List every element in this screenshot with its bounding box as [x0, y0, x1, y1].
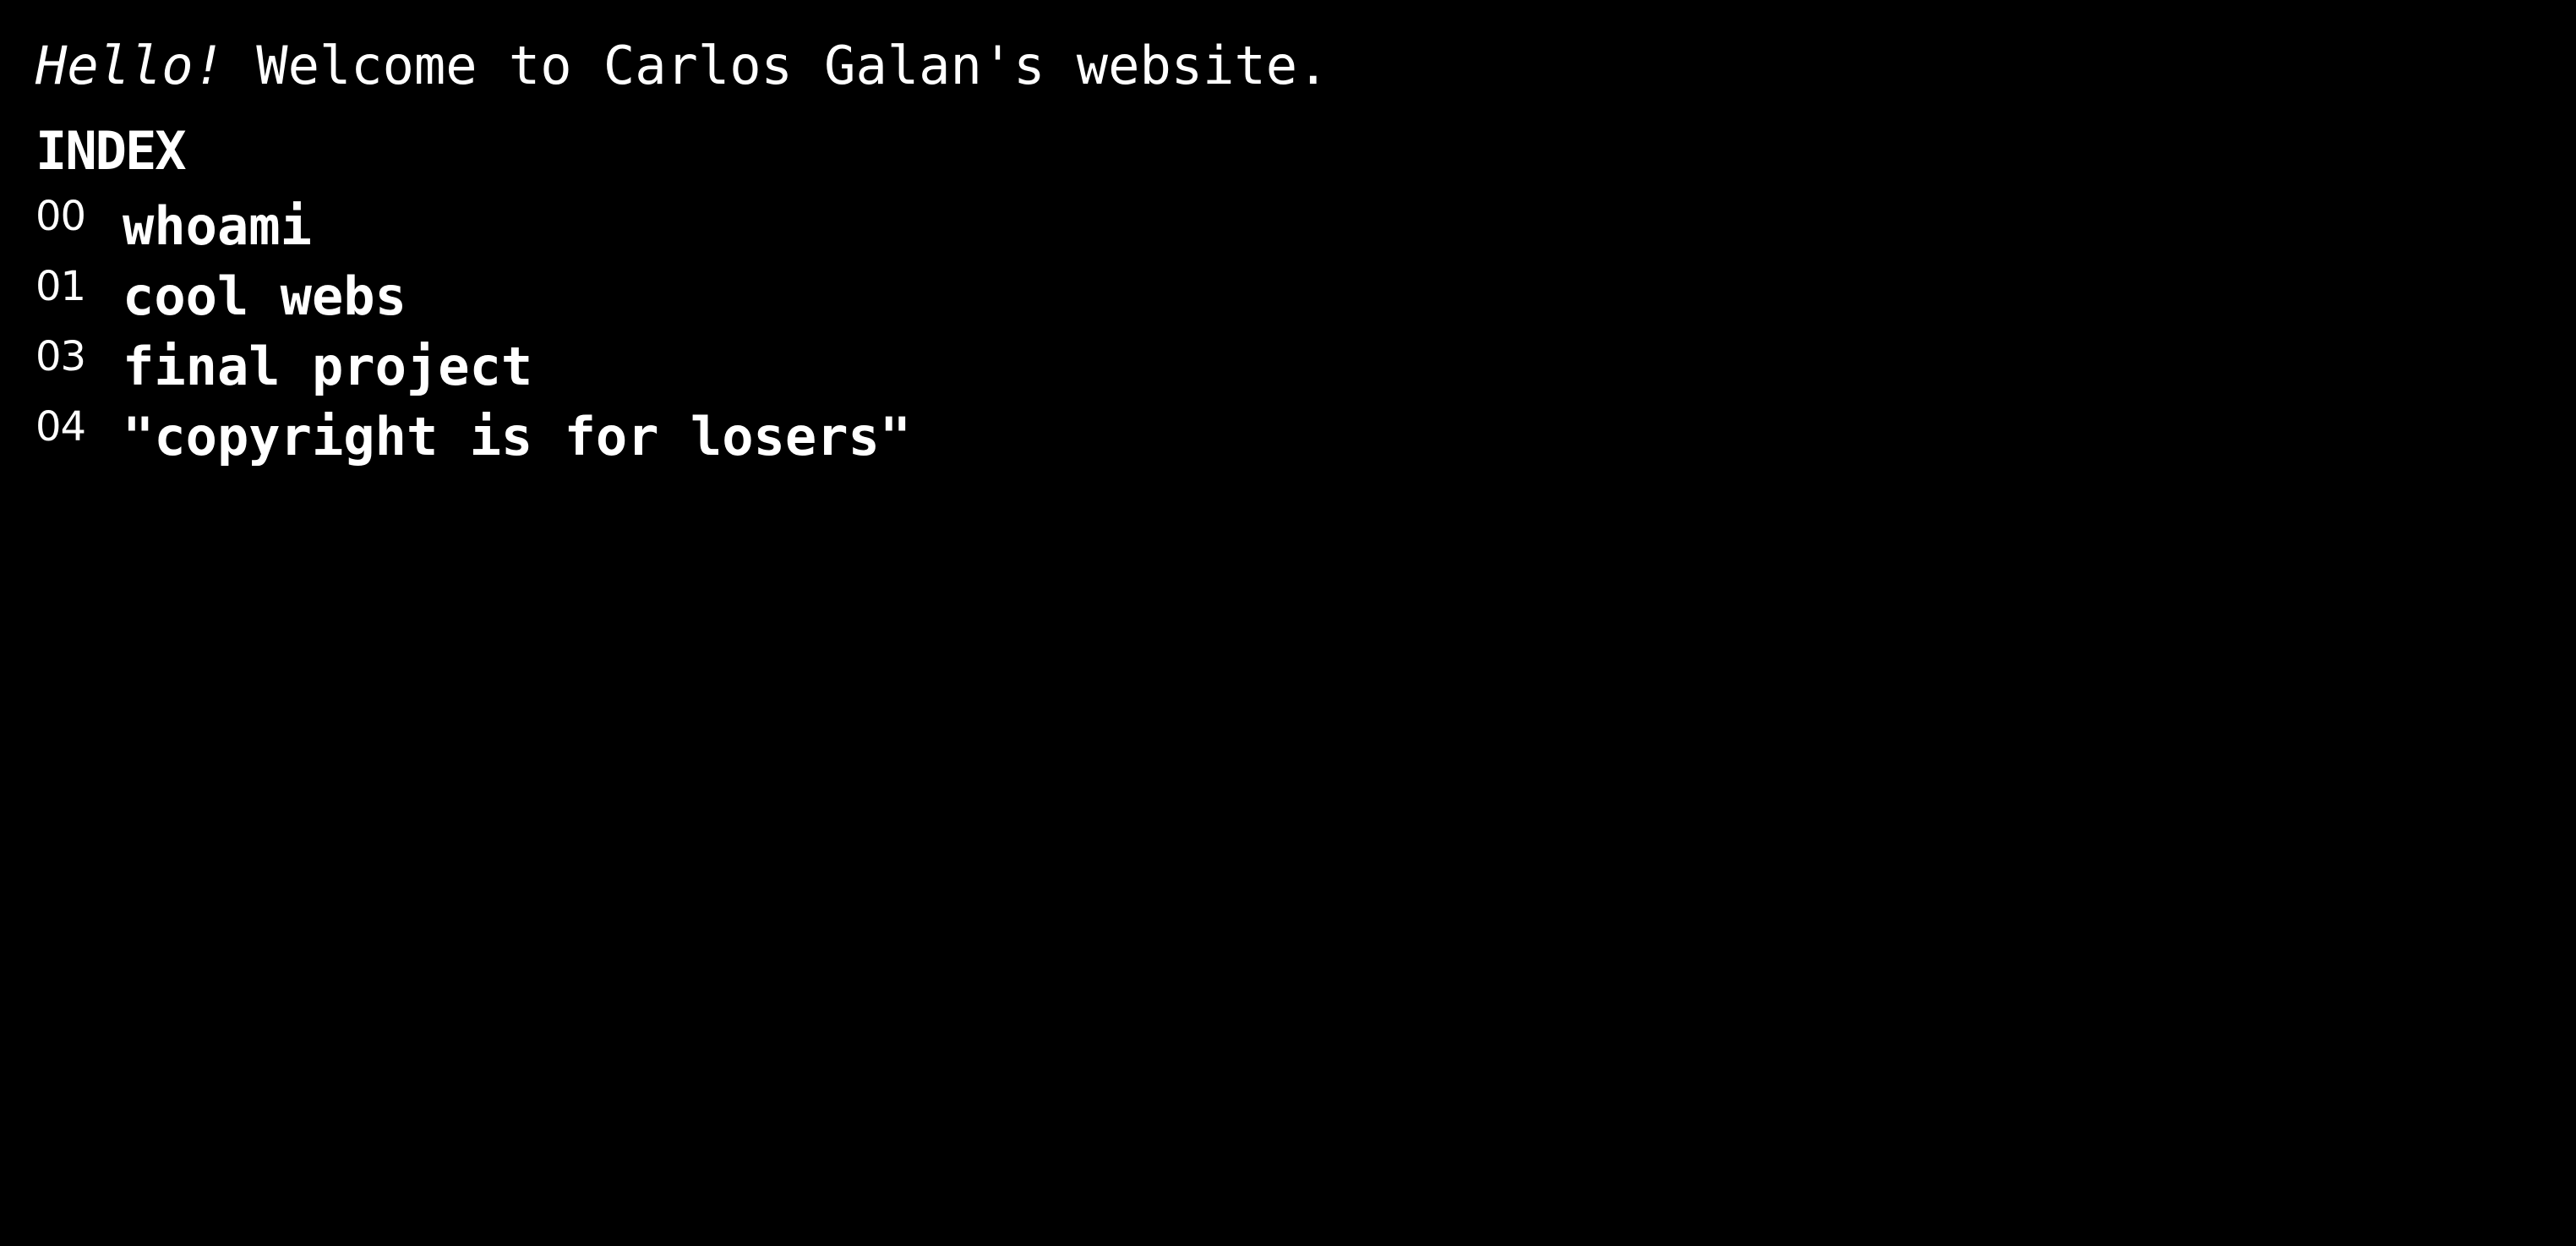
- index-item-copyright: 04 "copyright is for losers": [35, 403, 2576, 475]
- link-whoami[interactable]: whoami: [123, 194, 312, 259]
- link-copyright-is-for-losers[interactable]: "copyright is for losers": [123, 405, 911, 469]
- index-number: 03: [35, 333, 86, 380]
- index-heading: INDEX: [35, 120, 187, 182]
- index-item-final-project: 03 final project: [35, 333, 2576, 405]
- index-item-cool-webs: 01 cool webs: [35, 263, 2576, 335]
- greeting-message: Welcome to Carlos Galan's website.: [256, 35, 1329, 96]
- index-number: 01: [35, 263, 86, 310]
- greeting-hello: Hello!: [35, 35, 225, 96]
- index-list: 00 whoami 01 cool webs 03 final project …: [35, 193, 2576, 475]
- greeting-line: Hello! Welcome to Carlos Galan's website…: [35, 25, 2576, 107]
- index-item-whoami: 00 whoami: [35, 193, 2576, 265]
- link-cool-webs[interactable]: cool webs: [123, 265, 407, 329]
- index-number: 00: [35, 193, 86, 240]
- link-final-project[interactable]: final project: [123, 335, 532, 399]
- index-number: 04: [35, 403, 86, 451]
- page-content: Hello! Welcome to Carlos Galan's website…: [35, 25, 2576, 475]
